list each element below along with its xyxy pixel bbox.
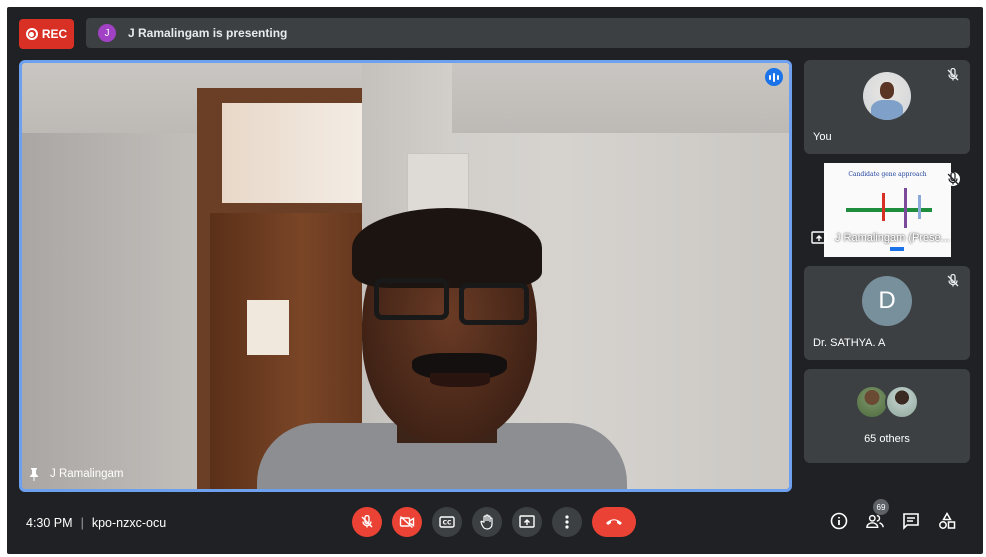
camera-button[interactable] <box>392 507 422 537</box>
pin-icon[interactable] <box>28 467 40 481</box>
avatar <box>863 72 911 120</box>
tile-others[interactable]: 65 others <box>804 369 970 463</box>
presenter-avatar: J <box>98 24 116 42</box>
people-icon <box>866 514 884 529</box>
video-wall-notice <box>407 153 469 213</box>
meeting-code: kpo-nzxc-ocu <box>91 516 167 530</box>
mic-off-icon <box>361 515 373 528</box>
recording-label: REC <box>41 27 68 41</box>
main-video-tile[interactable]: J Ramalingam <box>19 60 792 492</box>
end-call-icon <box>606 519 622 525</box>
people-button[interactable]: 69 <box>866 499 889 530</box>
side-panel-controls: 69 <box>830 499 956 530</box>
video-transom <box>222 103 362 203</box>
meeting-details-button[interactable] <box>830 512 848 530</box>
captions-icon: CC <box>439 516 455 528</box>
video-glasses-right <box>459 283 529 325</box>
video-mouth <box>430 373 490 387</box>
more-options-icon <box>565 515 569 529</box>
participant-count-badge: 69 <box>873 499 889 515</box>
separator: | <box>80 516 84 530</box>
chat-icon <box>903 513 919 530</box>
activities-button[interactable] <box>938 512 956 530</box>
presenting-text: J Ramalingam is presenting <box>128 26 288 40</box>
record-icon <box>25 28 38 40</box>
tile-participant-sathya[interactable]: D Dr. SATHYA. A <box>804 266 970 360</box>
tile-label: J Ramalingam (Prese... <box>835 232 950 244</box>
others-label: 65 others <box>864 433 910 445</box>
end-call-button[interactable] <box>592 507 636 537</box>
microphone-button[interactable] <box>352 507 382 537</box>
slide-graphic-bar <box>890 247 904 251</box>
recording-badge: REC <box>19 19 74 49</box>
tile-presentation[interactable]: Candidate gene approach J Ramalingam (Pr… <box>804 163 970 257</box>
slide-graphic-bar <box>882 193 885 221</box>
svg-text:CC: CC <box>443 520 452 527</box>
tile-label: Dr. SATHYA. A <box>813 337 886 349</box>
video-person-hair <box>352 208 542 288</box>
video-door-window <box>247 300 289 355</box>
clock-time: 4:30 PM <box>26 516 73 530</box>
chat-button[interactable] <box>902 512 920 530</box>
present-now-icon <box>519 515 535 528</box>
activities-icon <box>939 512 956 529</box>
tile-you[interactable]: You <box>804 60 970 154</box>
mic-off-icon <box>947 68 959 81</box>
slide-graphic-bar <box>918 195 921 219</box>
captions-button[interactable]: CC <box>432 507 462 537</box>
camera-off-icon <box>399 515 415 529</box>
raise-hand-button[interactable] <box>472 507 502 537</box>
call-controls: CC <box>352 507 636 537</box>
video-glasses-left <box>374 278 449 320</box>
mic-off-icon <box>947 274 959 287</box>
mic-off-icon <box>946 172 960 186</box>
others-avatars <box>855 385 919 419</box>
more-options-button[interactable] <box>552 507 582 537</box>
presentation-label: J Ramalingam (Prese... <box>811 231 950 245</box>
presenting-banner: J J Ramalingam is presenting <box>86 18 970 48</box>
present-now-button[interactable] <box>512 507 542 537</box>
meeting-info: 4:30 PM | kpo-nzxc-ocu <box>26 516 166 530</box>
tile-label: You <box>813 131 832 143</box>
slide-graphic-bar <box>904 188 907 228</box>
avatar <box>885 385 919 419</box>
main-tile-label: J Ramalingam <box>50 468 124 480</box>
avatar: D <box>862 276 912 326</box>
speaking-icon <box>765 68 783 86</box>
avatar <box>855 385 889 419</box>
raise-hand-icon <box>480 514 493 530</box>
info-icon <box>830 512 848 530</box>
present-icon <box>811 231 827 244</box>
slide-title: Candidate gene approach <box>848 171 927 178</box>
meeting-window: REC J J Ramalingam is presenting J Ramal… <box>7 7 983 554</box>
main-tile-name: J Ramalingam <box>28 467 124 481</box>
